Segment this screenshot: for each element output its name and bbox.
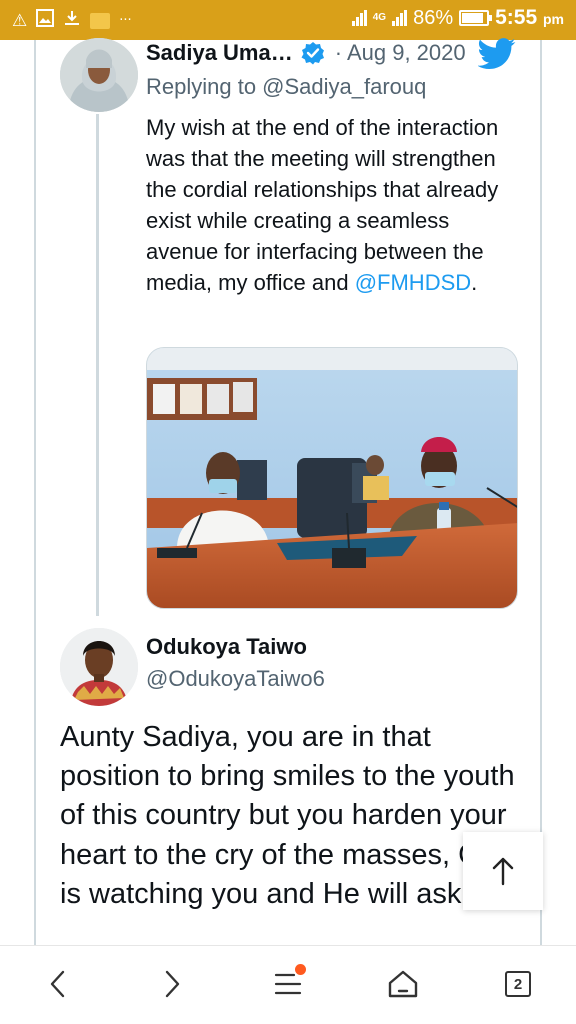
bottom-navigation: 2 bbox=[0, 945, 576, 1024]
scroll-to-top-button[interactable] bbox=[463, 832, 543, 910]
warning-icon: ⚠ bbox=[12, 10, 28, 31]
author-name[interactable]: Sadiya Uma… bbox=[146, 40, 293, 66]
tabs-button[interactable]: 2 bbox=[498, 964, 538, 1004]
battery-percent: 86% bbox=[413, 6, 454, 29]
thread-connector bbox=[96, 114, 99, 616]
system-status: 4G 86% 5:55 pm bbox=[351, 6, 564, 30]
verified-icon bbox=[301, 42, 324, 65]
network-type: 4G bbox=[372, 12, 387, 23]
notification-icons: ⚠ ··· bbox=[12, 9, 132, 32]
signal-icon-2 bbox=[392, 10, 408, 26]
tweet-photo[interactable] bbox=[146, 347, 518, 609]
more-icon: ··· bbox=[119, 13, 132, 28]
author-handle[interactable]: @OdukoyaTaiwo6 bbox=[146, 666, 325, 692]
avatar[interactable] bbox=[60, 628, 138, 706]
author-name[interactable]: Odukoya Taiwo bbox=[146, 634, 307, 660]
tweet-text: My wish at the end of the interaction wa… bbox=[146, 115, 499, 295]
replying-to[interactable]: Replying to @Sadiya_farouq bbox=[146, 74, 426, 100]
app-icon bbox=[90, 12, 111, 29]
notification-dot bbox=[295, 964, 306, 975]
card-border bbox=[540, 40, 542, 945]
back-icon bbox=[50, 970, 65, 998]
clock: 5:55 pm bbox=[495, 6, 564, 29]
tweet-date[interactable]: · Aug 9, 2020 bbox=[335, 40, 466, 66]
forward-button[interactable] bbox=[152, 964, 192, 1004]
forward-icon bbox=[165, 970, 180, 998]
scroll-top-arrow-icon bbox=[492, 857, 514, 886]
download-icon bbox=[63, 9, 81, 32]
signal-icon bbox=[351, 10, 367, 26]
image-icon bbox=[36, 9, 55, 32]
status-bar: ⚠ ··· 4G 86% 5:55 pm bbox=[0, 0, 576, 40]
menu-button[interactable] bbox=[268, 964, 308, 1004]
tabs-icon: 2 bbox=[505, 971, 531, 997]
back-button[interactable] bbox=[38, 964, 78, 1004]
mention-link[interactable]: @FMHDSD bbox=[355, 270, 471, 295]
tweet-header: Sadiya Uma… · Aug 9, 2020 bbox=[146, 40, 466, 66]
twitter-bird-icon[interactable] bbox=[478, 38, 516, 70]
reply-tweet-text: Aunty Sadiya, you are in that position t… bbox=[60, 721, 517, 910]
menu-icon bbox=[274, 973, 302, 995]
card-border bbox=[34, 40, 36, 945]
home-icon bbox=[388, 970, 418, 998]
battery-icon bbox=[459, 10, 493, 26]
avatar[interactable] bbox=[60, 38, 138, 112]
home-button[interactable] bbox=[383, 964, 423, 1004]
